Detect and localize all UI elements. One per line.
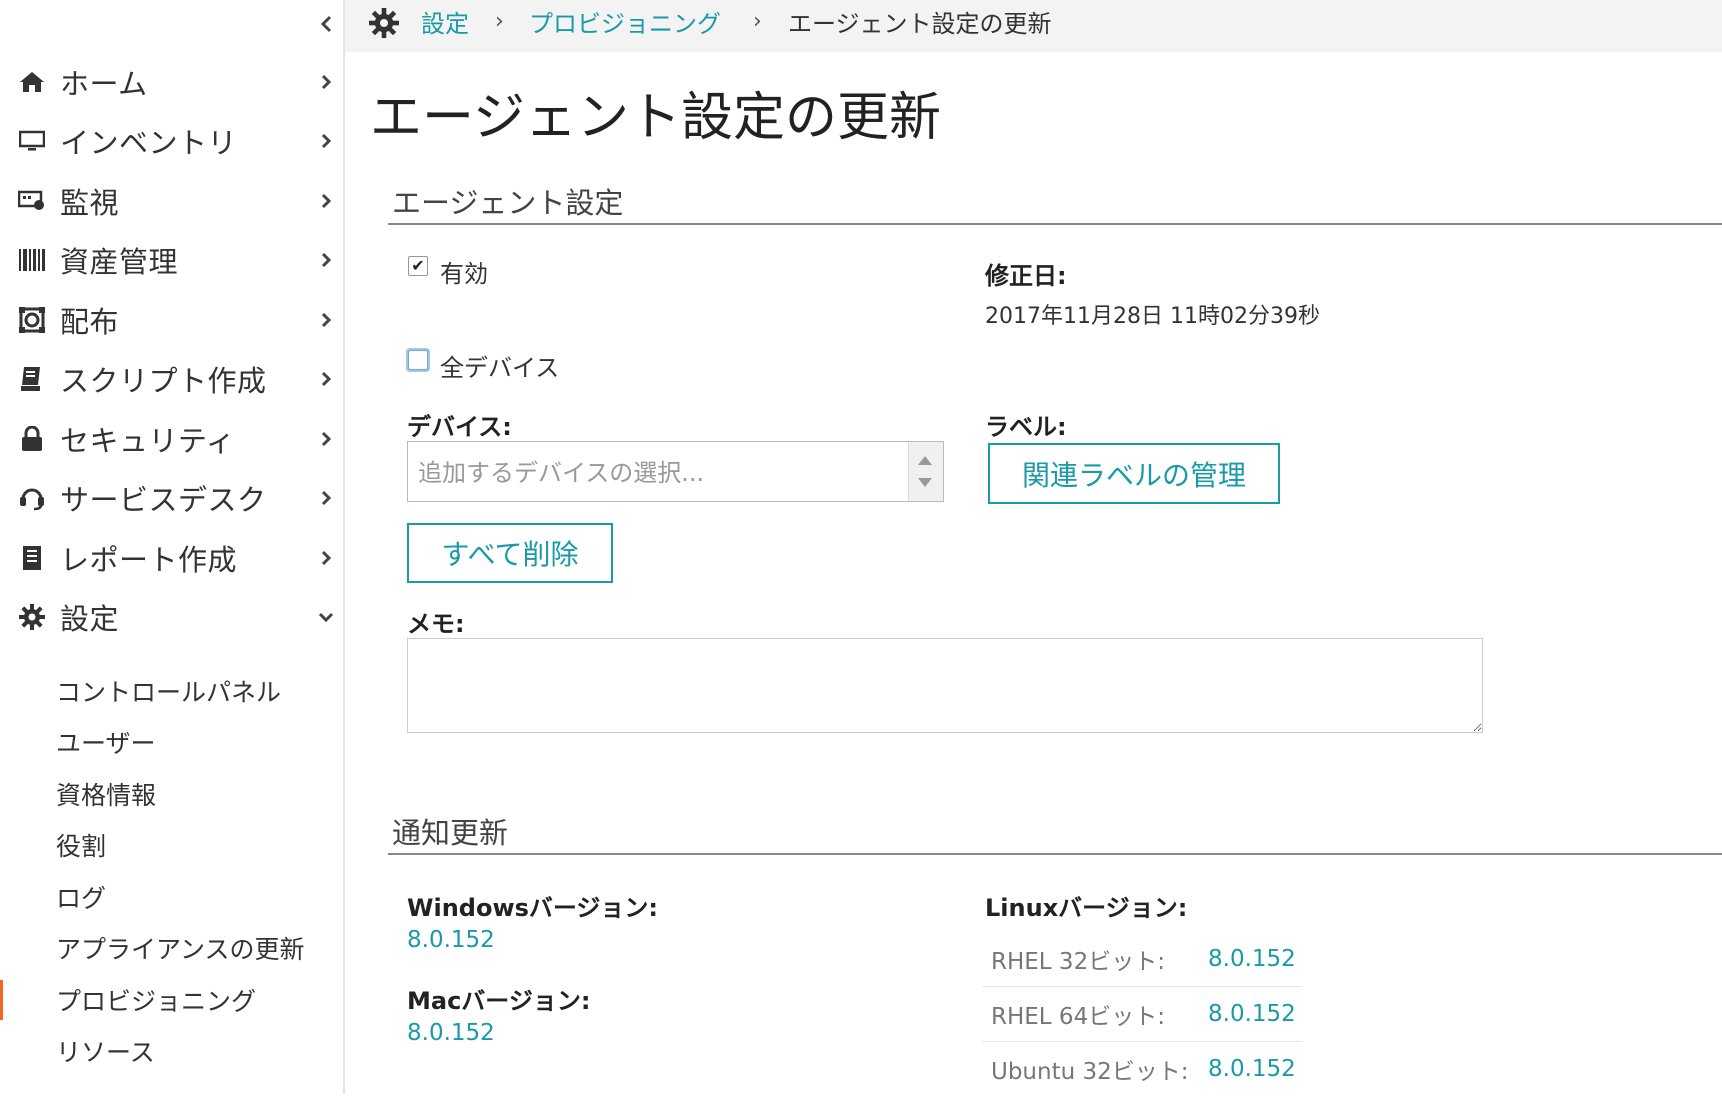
sidebar-item-label: ホーム — [60, 66, 148, 101]
chevron-right-icon — [318, 548, 334, 568]
sidebar-item-label: 監視 — [60, 185, 120, 220]
subnav-item-logs[interactable]: ログ — [0, 871, 343, 923]
enabled-checkbox[interactable]: ✔ — [408, 256, 428, 276]
all-devices-label: 全デバイス — [440, 354, 560, 382]
subnav-item-credentials[interactable]: 資格情報 — [0, 768, 343, 820]
mac-version-label: Macバージョン: — [407, 987, 591, 1015]
scroll-down-arrow-icon[interactable] — [918, 478, 932, 487]
table-row: Ubuntu 32ビット: 8.0.152 — [982, 1042, 1302, 1096]
breadcrumb-separator: › — [495, 8, 504, 34]
enabled-label: 有効 — [440, 260, 488, 288]
linux-distro-label: RHEL 64ビット: — [991, 1004, 1165, 1030]
monitoring-icon — [18, 187, 46, 215]
subnav-item-control-panel[interactable]: コントロールパネル — [0, 665, 343, 717]
linux-version-value[interactable]: 8.0.152 — [1208, 1056, 1296, 1082]
sidebar-item-label: レポート作成 — [60, 542, 238, 577]
device-search-input[interactable] — [408, 442, 920, 503]
modified-label: 修正日: — [985, 262, 1067, 290]
chevron-right-icon — [318, 488, 334, 508]
linux-distro-label: Ubuntu 32ビット: — [991, 1059, 1189, 1085]
page-title: エージェント設定の更新 — [370, 88, 941, 148]
manage-labels-button[interactable]: 関連ラベルの管理 — [988, 443, 1280, 504]
subnav-item-appliance-updates[interactable]: アプライアンスの更新 — [0, 923, 343, 975]
linux-version-value[interactable]: 8.0.152 — [1208, 946, 1296, 972]
table-row: RHEL 32ビット: 8.0.152 — [982, 932, 1302, 987]
monitor-icon — [18, 127, 46, 155]
table-row: RHEL 64ビット: 8.0.152 — [982, 987, 1302, 1042]
remove-all-button[interactable]: すべて削除 — [407, 523, 613, 583]
breadcrumb-separator: › — [753, 8, 762, 34]
breadcrumb-link-provisioning[interactable]: プロビジョニング — [529, 0, 721, 42]
sidebar-item-inventory[interactable]: インベントリ — [0, 112, 343, 172]
subnav-item-users[interactable]: ユーザー — [0, 717, 343, 769]
mac-version-value[interactable]: 8.0.152 — [407, 1020, 495, 1046]
subnav-item-roles[interactable]: 役割 — [0, 820, 343, 872]
linux-version-label: Linuxバージョン: — [985, 894, 1188, 922]
home-icon — [18, 68, 46, 96]
linux-version-value[interactable]: 8.0.152 — [1208, 1001, 1296, 1027]
report-icon — [18, 544, 46, 572]
sidebar-item-settings[interactable]: 設定 — [0, 588, 343, 648]
chevron-right-icon — [318, 72, 334, 92]
memo-textarea[interactable] — [407, 638, 1483, 733]
breadcrumb-link-settings[interactable]: 設定 — [421, 0, 469, 42]
windows-version-label: Windowsバージョン: — [407, 894, 659, 922]
subnav-item-resources[interactable]: リソース — [0, 1026, 343, 1078]
subnav-item-provisioning[interactable]: プロビジョニング — [0, 974, 343, 1026]
breadcrumb-bar: 設定 › プロビジョニング › エージェント設定の更新 — [345, 0, 1722, 52]
chevron-right-icon — [318, 310, 334, 330]
sidebar-item-reporting[interactable]: レポート作成 — [0, 528, 343, 588]
sidebar-item-label: インベントリ — [60, 126, 238, 161]
devices-label: デバイス: — [407, 413, 512, 441]
chevron-right-icon — [318, 369, 334, 389]
section-title-agent-settings: エージェント設定 — [392, 186, 624, 220]
device-list-scroller[interactable] — [908, 442, 943, 501]
all-devices-checkbox[interactable] — [408, 350, 428, 370]
labels-label: ラベル: — [985, 413, 1067, 441]
barcode-icon — [18, 246, 46, 274]
sidebar-item-label: サービスデスク — [60, 483, 267, 518]
lock-icon — [18, 425, 46, 453]
sidebar-collapse-button[interactable] — [316, 12, 336, 36]
sidebar-item-home[interactable]: ホーム — [0, 52, 343, 112]
sidebar-item-label: スクリプト作成 — [60, 364, 267, 399]
linux-distro-label: RHEL 32ビット: — [991, 949, 1165, 975]
sidebar-nav: ホーム インベントリ 監視 資産管理 配布 スクリプト作成 セキュリティ サービ… — [0, 52, 343, 647]
sidebar-item-label: 資産管理 — [60, 245, 179, 280]
section-title-notification-update: 通知更新 — [392, 816, 509, 850]
sidebar-item-label: セキュリティ — [60, 423, 236, 458]
memo-label: メモ: — [407, 610, 465, 638]
sidebar-item-label: 配布 — [60, 304, 120, 339]
sidebar-item-service-desk[interactable]: サービスデスク — [0, 469, 343, 529]
gear-icon — [369, 8, 401, 40]
chevron-right-icon — [318, 429, 334, 449]
chevron-right-icon — [318, 250, 334, 270]
sidebar-item-asset-management[interactable]: 資産管理 — [0, 231, 343, 291]
script-icon — [18, 365, 46, 393]
headset-icon — [18, 484, 46, 512]
sidebar-item-scripting[interactable]: スクリプト作成 — [0, 350, 343, 410]
windows-version-value[interactable]: 8.0.152 — [407, 927, 495, 953]
sidebar-item-security[interactable]: セキュリティ — [0, 409, 343, 469]
checkmark-icon: ✔ — [411, 256, 425, 275]
sidebar-item-distribution[interactable]: 配布 — [0, 290, 343, 350]
chevron-right-icon — [318, 131, 334, 151]
sidebar-item-monitoring[interactable]: 監視 — [0, 171, 343, 231]
section-divider — [388, 853, 1722, 855]
breadcrumb-current: エージェント設定の更新 — [788, 9, 1052, 38]
distribution-icon — [18, 306, 46, 334]
sidebar-item-label: 設定 — [60, 602, 120, 637]
section-divider — [388, 223, 1722, 225]
scroll-up-arrow-icon[interactable] — [918, 456, 932, 465]
chevron-left-icon — [320, 15, 332, 33]
sidebar: ホーム インベントリ 監視 資産管理 配布 スクリプト作成 セキュリティ サービ… — [0, 0, 345, 1094]
modified-value: 2017年11月28日 11時02分39秒 — [985, 304, 1320, 329]
linux-version-table: RHEL 32ビット: 8.0.152 RHEL 64ビット: 8.0.152 … — [982, 932, 1302, 1096]
device-select — [407, 441, 944, 503]
settings-subnav: コントロールパネル ユーザー 資格情報 役割 ログ アプライアンスの更新 プロビ… — [0, 665, 343, 1077]
chevron-right-icon — [318, 191, 334, 211]
chevron-down-icon — [318, 607, 334, 627]
gear-icon — [18, 603, 46, 631]
